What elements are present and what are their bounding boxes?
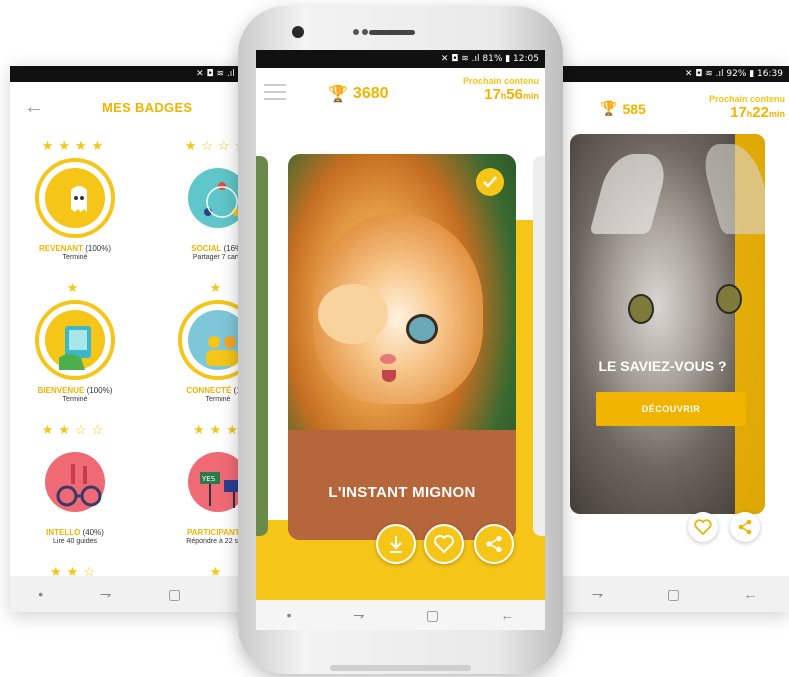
status-bar: ✕ ◘ ≋ .ıl 81% ▮ 12:05 [256, 50, 545, 68]
cat-ear [589, 154, 671, 234]
timer-hours: 17 [484, 86, 501, 103]
badge-subtitle: Terminé [62, 254, 88, 261]
badge-stars: ★ [66, 280, 84, 295]
next-content: Prochain contenu 17h22min [709, 94, 785, 121]
score-display: 🏆 585 [600, 100, 646, 117]
share-icon [486, 535, 502, 553]
cat-eye [716, 284, 742, 314]
badge-subtitle: Terminé [62, 396, 88, 403]
badge-stars: ★★★★ [41, 138, 109, 153]
download-button[interactable] [376, 524, 416, 564]
main-phone: ✕ ◘ ≋ .ıl 81% ▮ 12:05 🏆 3680 Prochain co… [238, 0, 563, 677]
badge-name: REVENANT [38, 244, 83, 253]
phone-bottom-bezel [330, 665, 471, 671]
earpiece-speaker [369, 30, 415, 35]
next-content-label: Prochain contenu [462, 76, 539, 86]
badge-subtitle: Lire 40 guides [53, 538, 97, 545]
glasses-icon [45, 452, 105, 512]
next-content-label: Prochain contenu [708, 94, 785, 104]
badge-bienvenue[interactable]: ★ BIENVENUE (100%) Terminé [15, 280, 135, 403]
recent-apps-icon[interactable]: ⇁ [353, 607, 365, 624]
recent-apps-icon[interactable]: ⇁ [100, 586, 112, 603]
tablet-icon [45, 310, 105, 370]
card-label: L'INSTANT MIGNON [328, 484, 476, 501]
badge-ring [35, 442, 115, 522]
score-value: 585 [622, 100, 646, 117]
kitten-nose [380, 354, 396, 364]
next-content: Prochain contenu 17h56min [463, 76, 539, 103]
badge-name: PARTICIPANT [187, 528, 240, 537]
badge-revenant[interactable]: ★★★★ REVENANT (100%) Terminé [15, 138, 135, 261]
share-button[interactable] [474, 524, 514, 564]
share-icon [738, 519, 752, 535]
timer-min-unit: min [522, 91, 539, 101]
next-content-timer: 17h56min [463, 86, 539, 103]
fact-card[interactable]: LE SAVIEZ-VOUS ? DÉCOUVRIR [570, 134, 765, 514]
back-icon[interactable]: ← [743, 586, 757, 602]
like-button[interactable] [424, 524, 464, 564]
badge-pct: (100%) [85, 244, 112, 253]
badge-ring [35, 158, 115, 238]
discover-button[interactable]: DÉCOUVRIR [596, 392, 746, 426]
facts-phone: ✕ ◘ ≋ .ıl 92% ▮ 16:39 🏆 585 Prochain con… [560, 66, 789, 612]
cat-eye [628, 294, 654, 324]
timer-min-unit: min [768, 109, 785, 119]
android-nav-bar: • ⇁ ▢ ← [256, 600, 545, 630]
like-button[interactable] [688, 512, 718, 542]
next-card-peek[interactable] [533, 156, 545, 536]
trophy-icon: 🏆 [328, 86, 348, 103]
score-display: 🏆 3680 [328, 84, 389, 104]
content-card[interactable]: L'INSTANT MIGNON [288, 154, 516, 540]
badge-intello[interactable]: ★★☆☆ INTELLO (40%) Lire 40 guides [15, 422, 135, 545]
phone-screen: ✕ ◘ ≋ .ıl 81% ▮ 12:05 🏆 3680 Prochain co… [256, 50, 545, 630]
android-nav-bar: ⇁ ▢ ← [560, 576, 789, 612]
back-icon[interactable]: ← [500, 607, 514, 623]
nav-dot-icon[interactable]: • [287, 607, 292, 623]
share-button[interactable] [730, 512, 760, 542]
sensor [353, 29, 359, 35]
status-bar: ✕ ◘ ≋ .ıl 92% ▮ 16:39 [560, 66, 789, 82]
download-icon [390, 536, 402, 553]
badge-stars: ★★☆☆ [41, 422, 109, 437]
check-icon [476, 168, 504, 196]
timer-minutes: 22 [752, 104, 769, 121]
recent-apps-icon[interactable]: ⇁ [592, 586, 604, 603]
badge-ring [35, 300, 115, 380]
home-icon[interactable]: ▢ [168, 586, 181, 603]
heart-icon [434, 535, 454, 553]
nav-dot-icon[interactable]: • [38, 586, 43, 602]
home-icon[interactable]: ▢ [426, 607, 439, 624]
back-arrow-icon[interactable]: ← [24, 96, 44, 119]
badge-name: BIENVENUE [37, 386, 85, 395]
badge-name: SOCIAL [191, 244, 222, 253]
trophy-icon: 🏆 [600, 100, 618, 116]
page-title: MES BADGES [102, 100, 193, 115]
badge-name: CONNECTÉ [186, 386, 232, 395]
svg-text:YES: YES [201, 475, 216, 483]
timer-minutes: 56 [506, 86, 523, 103]
badge-pct: (40%) [82, 528, 104, 537]
heart-icon [694, 519, 712, 535]
ghost-icon [45, 168, 105, 228]
sensor [362, 29, 368, 35]
timer-hours: 17 [730, 104, 747, 121]
badge-name: INTELLO [46, 528, 81, 537]
previous-card-peek[interactable] [256, 156, 268, 536]
next-content-timer: 17h22min [709, 104, 785, 121]
kitten-eye [406, 314, 438, 344]
menu-icon[interactable] [264, 84, 286, 105]
front-camera [292, 26, 304, 38]
badge-pct: (100%) [86, 386, 113, 395]
score-value: 3680 [352, 85, 389, 102]
kitten-paw [318, 284, 388, 344]
kitten-mouth [382, 370, 396, 382]
card-label: LE SAVIEZ-VOUS ? [598, 358, 727, 374]
home-icon[interactable]: ▢ [667, 586, 680, 603]
